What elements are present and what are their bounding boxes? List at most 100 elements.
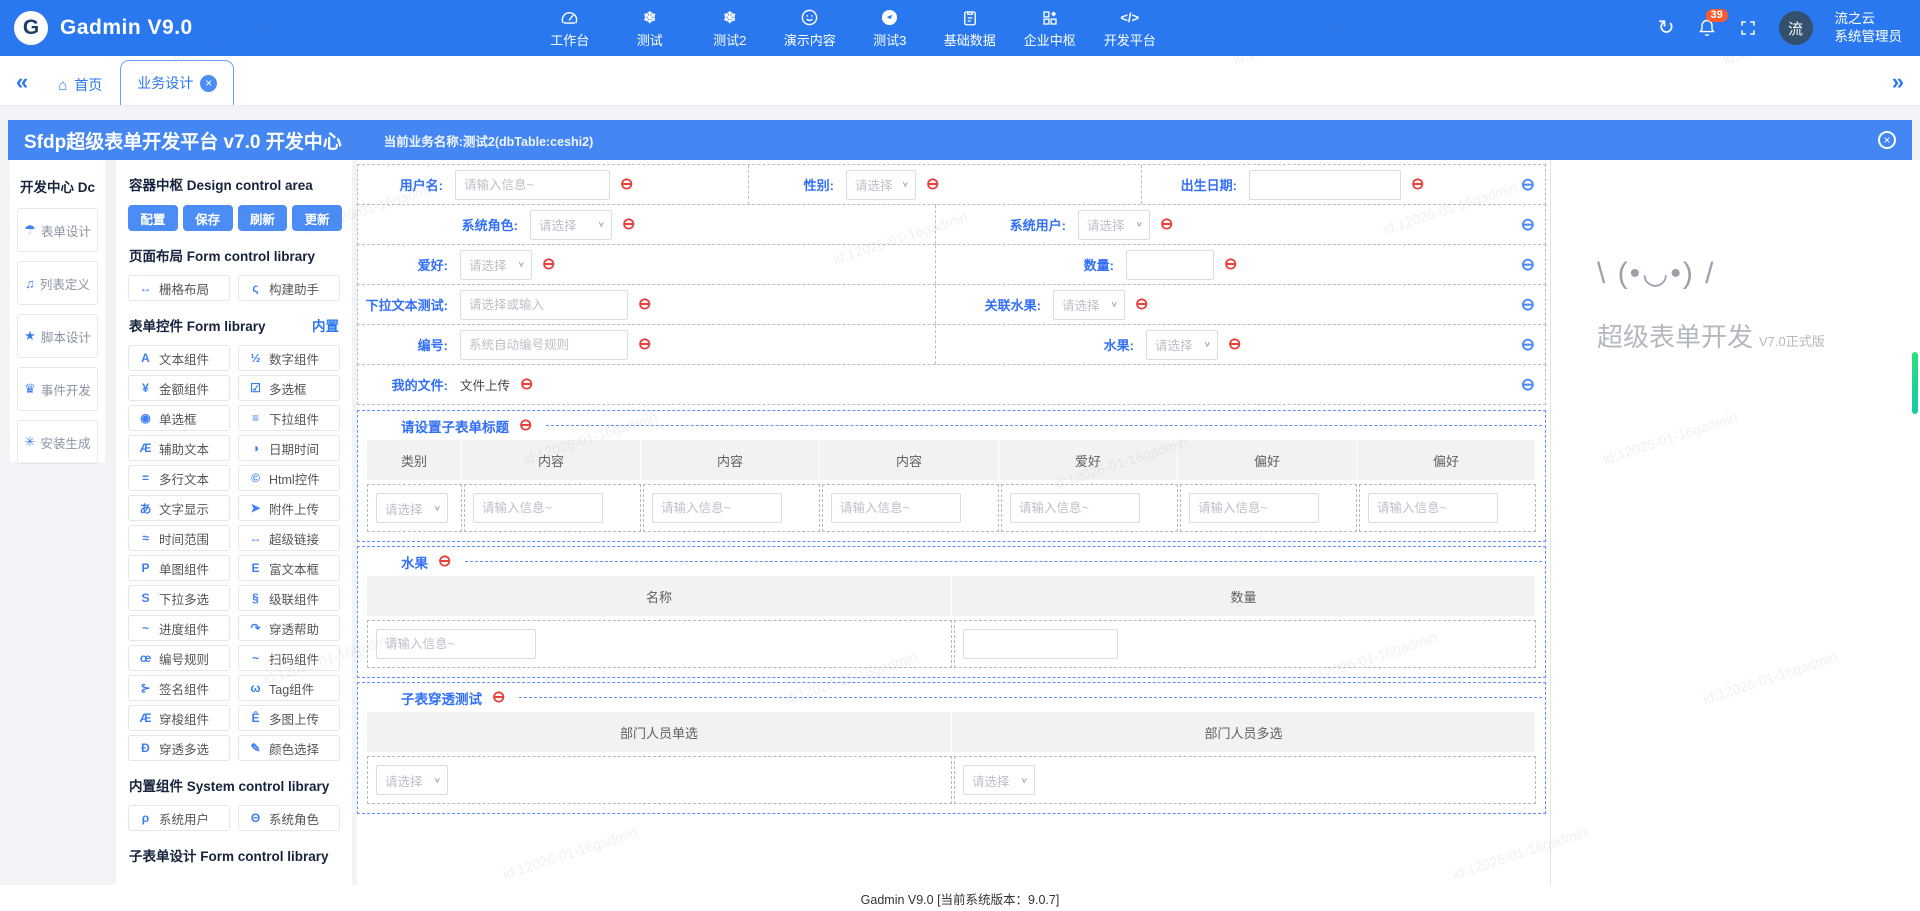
remove-field-icon[interactable]: ⊖ xyxy=(1228,336,1241,353)
sidebar-item-event-dev[interactable]: ♛ 事件开发 xyxy=(17,367,98,411)
library-item-number[interactable]: ½ 数字组件 xyxy=(238,345,340,371)
fruit-quantity-input[interactable] xyxy=(963,629,1118,659)
sidebar-item-list-define[interactable]: ♫ 列表定义 xyxy=(17,261,98,305)
hobby-input[interactable] xyxy=(1010,493,1140,523)
fruit-name-input[interactable] xyxy=(376,629,536,659)
scrollbar-thumb[interactable] xyxy=(1912,352,1918,414)
builtin-link[interactable]: 内置 xyxy=(312,315,339,335)
remove-row-icon[interactable]: ⊖ xyxy=(1521,176,1535,193)
remove-subtable-icon[interactable]: ⊖ xyxy=(438,553,451,570)
tab-business-design[interactable]: 业务设计 × xyxy=(120,60,235,105)
refresh-icon[interactable]: ↻ xyxy=(1658,18,1675,38)
remove-field-icon[interactable]: ⊖ xyxy=(926,176,939,193)
sidebar-item-install-generate[interactable]: ✳ 安装生成 xyxy=(17,420,98,464)
library-item-tag[interactable]: ω Tag组件 xyxy=(238,675,340,701)
content-input[interactable] xyxy=(652,493,782,523)
library-item-attachment-upload[interactable]: ➤ 附件上传 xyxy=(238,495,340,521)
remove-field-icon[interactable]: ⊖ xyxy=(1135,296,1148,313)
library-item-text-display[interactable]: あ文字显示 xyxy=(128,495,230,521)
library-item-time-range[interactable]: ≈ 时间范围 xyxy=(128,525,230,551)
sidebar-item-form-design[interactable]: ☂ 表单设计 xyxy=(17,208,98,252)
remove-field-icon[interactable]: ⊖ xyxy=(542,256,555,273)
remove-field-icon[interactable]: ⊖ xyxy=(1411,176,1424,193)
category-select[interactable]: 请选择 ∨ xyxy=(376,493,448,523)
library-item-single-image[interactable]: P 单图组件 xyxy=(128,555,230,581)
number-rule-input[interactable] xyxy=(460,329,628,360)
remove-subtable-icon[interactable]: ⊖ xyxy=(492,689,505,706)
library-item-textarea[interactable]: = 多行文本 xyxy=(128,465,230,491)
menu-item-dev-platform[interactable]: </> 开发平台 xyxy=(1103,8,1157,49)
menu-item-base-data[interactable]: 基础数据 xyxy=(943,8,997,49)
library-item-transfer[interactable]: Æ 穿梭组件 xyxy=(128,705,230,731)
dept-person-single-select[interactable]: 请选择 ∨ xyxy=(376,765,448,795)
remove-field-icon[interactable]: ⊖ xyxy=(1224,256,1237,273)
library-item-system-user[interactable]: ρ 系统用户 xyxy=(128,805,230,831)
menu-item-enterprise-hub[interactable]: 企业中枢 xyxy=(1023,8,1077,49)
library-item-progress[interactable]: ~ 进度组件 xyxy=(128,615,230,641)
username-input[interactable] xyxy=(455,169,610,200)
config-button[interactable]: 配置 xyxy=(128,205,178,231)
app-logo[interactable]: G xyxy=(14,11,48,45)
library-item-signature[interactable]: ⊱ 签名组件 xyxy=(128,675,230,701)
related-fruit-select[interactable]: 请选择 ∨ xyxy=(1053,289,1125,320)
library-item-color-picker[interactable]: ✎ 颜色选择 xyxy=(238,735,340,761)
user-avatar[interactable]: 流 xyxy=(1778,11,1813,45)
library-item-drill-help[interactable]: ↷ 穿透帮助 xyxy=(238,615,340,641)
dept-person-multi-select[interactable]: 请选择 ∨ xyxy=(963,765,1035,795)
quantity-input[interactable] xyxy=(1126,249,1214,280)
tab-close-icon[interactable]: × xyxy=(200,74,218,92)
library-item-rich-text[interactable]: E 富文本框 xyxy=(238,555,340,581)
system-role-select[interactable]: 请选择 ∨ xyxy=(530,209,612,240)
library-item-drill-multi-select[interactable]: Ð 穿透多选 xyxy=(128,735,230,761)
library-item-system-role[interactable]: Θ 系统角色 xyxy=(238,805,340,831)
library-item-html[interactable]: © Html控件 xyxy=(238,465,340,491)
tabs-scroll-left-icon[interactable]: « xyxy=(0,69,44,105)
remove-row-icon[interactable]: ⊖ xyxy=(1521,296,1535,313)
content-input[interactable] xyxy=(473,493,603,523)
menu-item-test[interactable]: ❄ 测试 xyxy=(623,8,677,49)
menu-item-test2[interactable]: ❄ 测试2 xyxy=(703,8,757,49)
dropdown-text-input[interactable] xyxy=(460,289,628,320)
remove-field-icon[interactable]: ⊖ xyxy=(620,176,633,193)
header-close-icon[interactable]: × xyxy=(1878,131,1896,149)
remove-field-icon[interactable]: ⊖ xyxy=(638,336,651,353)
user-info[interactable]: 流之云 系统管理员 xyxy=(1835,10,1903,46)
library-item-scan-code[interactable]: ~ 扫码组件 xyxy=(238,645,340,671)
gender-select[interactable]: 请选择 ∨ xyxy=(846,169,916,200)
library-item-text[interactable]: A 文本组件 xyxy=(128,345,230,371)
remove-row-icon[interactable]: ⊖ xyxy=(1521,256,1535,273)
file-upload-text[interactable]: 文件上传 xyxy=(460,375,510,394)
library-item-hyperlink[interactable]: ↔ 超级链接 xyxy=(238,525,340,551)
remove-subtable-icon[interactable]: ⊖ xyxy=(519,417,532,434)
remove-row-icon[interactable]: ⊖ xyxy=(1521,216,1535,233)
remove-field-icon[interactable]: ⊖ xyxy=(622,216,635,233)
library-item-multi-select[interactable]: S 下拉多选 xyxy=(128,585,230,611)
fullscreen-icon[interactable] xyxy=(1739,19,1757,37)
tabs-scroll-right-icon[interactable]: » xyxy=(1876,69,1920,105)
preference-input[interactable] xyxy=(1189,493,1319,523)
library-item-amount[interactable]: ¥ 金额组件 xyxy=(128,375,230,401)
library-item-multi-image-upload[interactable]: Ê 多图上传 xyxy=(238,705,340,731)
library-item-cascade[interactable]: § 级联组件 xyxy=(238,585,340,611)
notification-bell-icon[interactable]: 39 xyxy=(1697,9,1728,38)
tab-home[interactable]: ⌂ 首页 xyxy=(44,65,116,105)
birthdate-input[interactable] xyxy=(1249,169,1401,200)
menu-item-demo[interactable]: 演示内容 xyxy=(783,8,837,49)
system-user-select[interactable]: 请选择 ∨ xyxy=(1078,209,1150,240)
remove-field-icon[interactable]: ⊖ xyxy=(1160,216,1173,233)
content-input[interactable] xyxy=(831,493,961,523)
library-item-select[interactable]: ≡ 下拉组件 xyxy=(238,405,340,431)
menu-item-workbench[interactable]: 工作台 xyxy=(543,8,597,49)
library-item-build-assistant[interactable]: ς 构建助手 xyxy=(238,275,340,301)
update-button[interactable]: 更新 xyxy=(292,205,342,231)
hobby-select[interactable]: 请选择 ∨ xyxy=(460,249,532,280)
remove-row-icon[interactable]: ⊖ xyxy=(1521,336,1535,353)
refresh-button[interactable]: 刷新 xyxy=(237,205,288,231)
fruit-select[interactable]: 请选择 ∨ xyxy=(1146,329,1218,360)
library-item-radio[interactable]: ◉ 单选框 xyxy=(128,405,230,431)
sidebar-item-script-design[interactable]: ★ 脚本设计 xyxy=(17,314,98,358)
remove-field-icon[interactable]: ⊖ xyxy=(638,296,651,313)
library-item-helper-text[interactable]: Æ 辅助文本 xyxy=(128,435,230,461)
library-item-checkbox[interactable]: ☑ 多选框 xyxy=(238,375,340,401)
menu-item-test3[interactable]: 测试3 xyxy=(863,8,917,49)
